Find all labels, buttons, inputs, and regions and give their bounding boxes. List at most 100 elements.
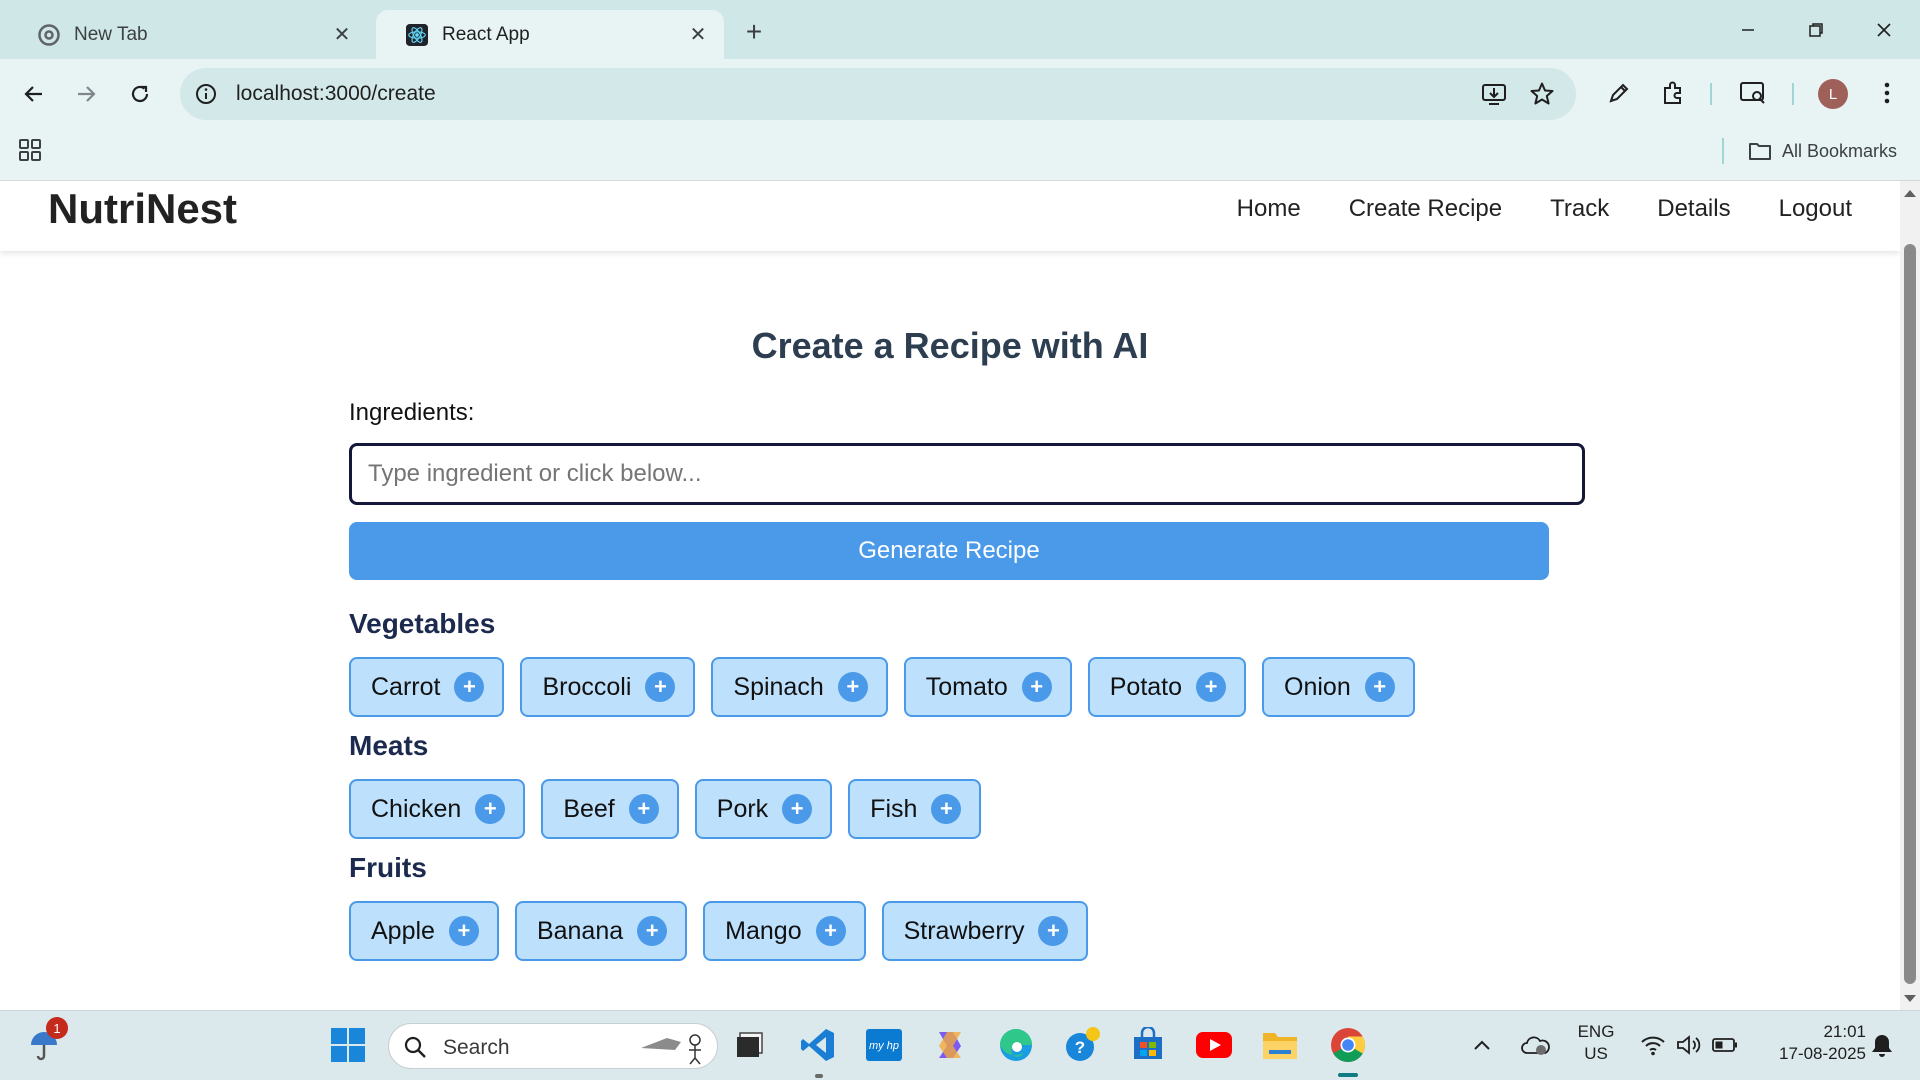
address-bar[interactable]: localhost:3000/create [180,68,1576,120]
help-icon: ? [1066,1027,1100,1061]
get-help-app[interactable]: ? [1060,1023,1104,1067]
plus-icon[interactable]: + [815,916,846,946]
ingredient-chip-pork[interactable]: Pork + [694,779,833,839]
notifications-button[interactable] [1864,1023,1900,1067]
ingredient-chip-tomato[interactable]: Tomato + [903,657,1072,717]
volume-tray[interactable] [1672,1023,1706,1067]
youtube-app[interactable] [1192,1023,1236,1067]
toolbar-divider [1792,83,1794,105]
show-hidden-icons-button[interactable] [1468,1023,1496,1067]
plus-icon[interactable]: + [837,672,868,702]
wifi-tray[interactable] [1636,1023,1670,1067]
myhp-app[interactable]: my hp [862,1023,906,1067]
scrollbar-thumb[interactable] [1904,244,1916,984]
plus-icon[interactable]: + [645,672,676,702]
apps-grid-icon[interactable] [18,138,44,164]
generate-recipe-button[interactable]: Generate Recipe [349,522,1549,580]
nav-link-home[interactable]: Home [1237,181,1301,237]
chrome-icon [1331,1028,1365,1062]
ingredient-chip-onion[interactable]: Onion + [1262,657,1415,717]
extensions-icon[interactable] [1656,76,1690,110]
install-app-icon[interactable] [1480,80,1508,108]
ingredients-input[interactable] [349,443,1585,505]
arrow-left-icon [24,86,42,102]
ingredient-chip-strawberry[interactable]: Strawberry + [881,901,1089,961]
pen-icon[interactable] [1602,76,1636,110]
taskbar-search-box[interactable]: Search [388,1023,718,1069]
plus-icon[interactable]: + [628,794,659,824]
chip-label: Chicken [371,794,462,823]
plus-icon[interactable]: + [475,794,506,824]
back-button[interactable] [14,74,54,114]
clock[interactable]: 21:01 17-08-2025 [1754,1021,1866,1065]
folder-icon [1749,143,1771,160]
region-label: US [1584,1044,1608,1063]
chip-label: Fish [870,794,918,823]
ingredient-chip-banana[interactable]: Banana + [514,901,688,961]
tab-title: React App [442,23,530,45]
battery-tray[interactable] [1708,1023,1742,1067]
more-menu-icon[interactable] [1870,76,1904,110]
ingredient-chip-carrot[interactable]: Carrot + [349,657,505,717]
brand-logo[interactable]: NutriNest [48,181,237,237]
forward-button[interactable] [66,74,106,114]
task-view-app[interactable] [728,1023,772,1067]
plus-icon[interactable]: + [637,916,668,946]
ingredient-chip-mango[interactable]: Mango + [703,901,866,961]
plus-icon[interactable]: + [1364,672,1395,702]
edge-app[interactable] [994,1023,1038,1067]
ingredient-chip-spinach[interactable]: Spinach + [711,657,888,717]
plus-icon[interactable]: + [448,916,479,946]
nav-link-create-recipe[interactable]: Create Recipe [1349,181,1502,237]
minimize-button[interactable] [1722,10,1774,50]
store-app[interactable] [1126,1023,1170,1067]
tab-react-app[interactable]: React App ✕ [376,10,724,59]
bookmark-star-icon[interactable] [1528,80,1556,108]
file-explorer-app[interactable] [1258,1023,1302,1067]
nav-link-track[interactable]: Track [1550,181,1609,237]
plus-icon[interactable]: + [1021,672,1052,702]
scroll-up-icon[interactable] [1903,188,1917,198]
ingredient-chip-fish[interactable]: Fish + [848,779,982,839]
language-label: ENG [1577,1022,1615,1041]
all-bookmarks-button[interactable]: All Bookmarks [1748,138,1897,164]
close-window-button[interactable] [1858,10,1910,50]
nav-link-logout[interactable]: Logout [1779,181,1852,237]
scroll-down-icon[interactable] [1903,994,1917,1004]
ingredient-chip-chicken[interactable]: Chicken + [349,779,526,839]
plus-icon[interactable]: + [454,672,485,702]
windows-taskbar: 1 Search my hp ? ENG US 21:01 17-08-2025 [0,1010,1920,1080]
tab-new-tab[interactable]: New Tab ✕ [8,10,368,59]
close-icon[interactable]: ✕ [330,23,354,47]
plus-icon[interactable]: + [782,794,813,824]
minimize-icon [1742,29,1754,31]
ingredient-chip-potato[interactable]: Potato + [1087,657,1247,717]
site-info-icon[interactable] [194,82,218,106]
reload-button[interactable] [120,74,160,114]
start-button[interactable] [326,1023,370,1067]
language-indicator[interactable]: ENG US [1568,1021,1624,1065]
vscode-app[interactable] [796,1023,840,1067]
ingredient-chip-broccoli[interactable]: Broccoli + [520,657,696,717]
bell-icon [1872,1035,1892,1057]
bookmarks-divider [1722,138,1724,164]
browser-tab-bar: New Tab ✕ React App ✕ + [0,0,1920,59]
new-tab-button[interactable]: + [738,16,770,48]
notification-badge: 1 [46,1017,68,1039]
plus-icon[interactable]: + [931,794,962,824]
nav-link-details[interactable]: Details [1657,181,1730,237]
onedrive-tray[interactable] [1516,1023,1554,1067]
ingredient-chip-apple[interactable]: Apple + [349,901,499,961]
close-icon[interactable]: ✕ [686,23,710,47]
chrome-app[interactable] [1326,1023,1370,1067]
cloud-icon [1521,1036,1550,1055]
restore-button[interactable] [1790,10,1842,50]
plus-icon[interactable]: + [1038,916,1069,946]
copilot-app[interactable] [928,1023,972,1067]
plus-icon[interactable]: + [1196,672,1227,702]
profile-avatar[interactable]: L [1818,79,1848,109]
chip-label: Strawberry [903,916,1025,945]
ingredient-chip-beef[interactable]: Beef + [541,779,679,839]
tab-search-icon[interactable] [1736,76,1770,110]
chip-label: Apple [371,916,435,945]
